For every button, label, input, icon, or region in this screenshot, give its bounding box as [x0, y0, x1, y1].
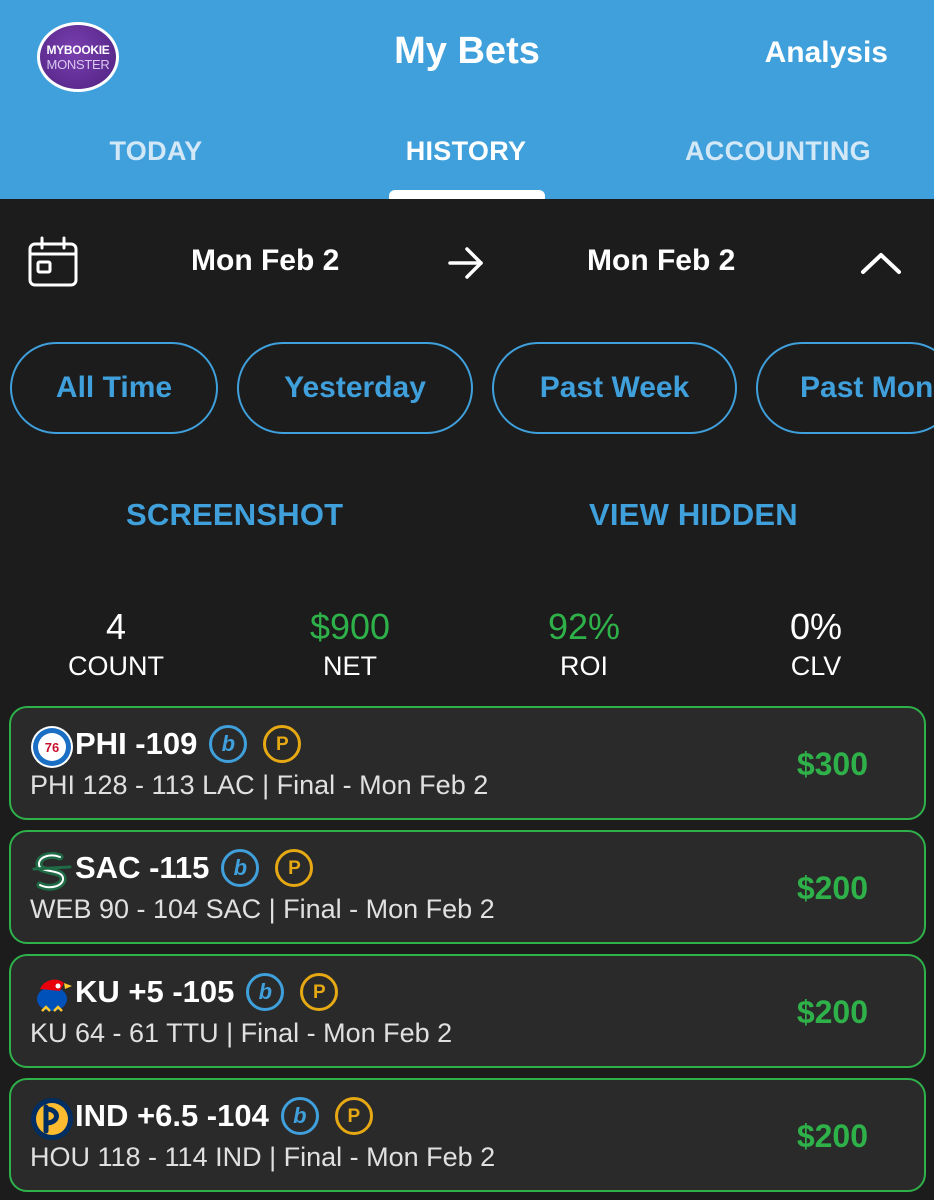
- filter-past-week[interactable]: Past Week: [492, 342, 737, 434]
- stat-net-value: $900: [309, 606, 391, 647]
- start-date[interactable]: Mon Feb 2: [191, 244, 339, 278]
- bet-detail: KU 64 - 61 TTU | Final - Mon Feb 2: [30, 1018, 453, 1048]
- bet-amount: $200: [796, 870, 868, 906]
- bet-detail: PHI 128 - 113 LAC | Final - Mon Feb 2: [30, 770, 489, 800]
- bet-pick-text: IND +6.5 -104: [75, 1098, 269, 1133]
- bet-pick: PHI -109 b P: [75, 725, 302, 763]
- bet-pick-text: SAC -115: [75, 850, 210, 885]
- bet-pick-text: PHI -109: [75, 726, 198, 761]
- tab-history[interactable]: HISTORY: [370, 136, 562, 167]
- sacramento-state-icon: [32, 851, 72, 891]
- active-tab-indicator: [389, 190, 545, 199]
- bet-amount: $300: [796, 746, 868, 782]
- analysis-link[interactable]: Analysis: [765, 36, 888, 70]
- bet-amount: $200: [796, 994, 868, 1030]
- bet-card[interactable]: KU +5 -105 b P KU 64 - 61 TTU | Final - …: [9, 954, 926, 1068]
- bookie-b-icon: b: [246, 973, 285, 1011]
- filter-past-month[interactable]: Past Mon: [756, 342, 934, 434]
- tab-today[interactable]: TODAY: [60, 136, 252, 167]
- jayhawk-icon: [37, 979, 72, 1012]
- pending-p-icon: P: [263, 725, 302, 763]
- pending-p-icon: P: [300, 973, 339, 1011]
- filter-all-time[interactable]: All Time: [10, 342, 218, 434]
- bet-card[interactable]: 76 PHI -109 b P PHI 128 - 113 LAC | Fina…: [9, 706, 926, 820]
- bet-pick: IND +6.5 -104 b P: [75, 1097, 373, 1135]
- arrow-right-icon: [448, 247, 483, 279]
- bookie-b-icon: b: [209, 725, 248, 763]
- pacers-icon: [31, 1098, 73, 1140]
- calendar-icon[interactable]: [27, 236, 79, 288]
- my-bets-screen: MYBOOKIE MONSTER My Bets Analysis TODAY …: [0, 0, 934, 1200]
- tab-accounting[interactable]: ACCOUNTING: [660, 136, 896, 167]
- sixers-icon: 76: [31, 726, 73, 768]
- bookie-b-icon: b: [221, 849, 260, 887]
- stat-clv-value: 0%: [789, 606, 843, 647]
- end-date[interactable]: Mon Feb 2: [587, 244, 735, 278]
- bet-detail: HOU 118 - 114 IND | Final - Mon Feb 2: [30, 1142, 496, 1172]
- bet-amount: $200: [796, 1118, 868, 1154]
- stat-count-label: COUNT: [68, 651, 164, 681]
- screenshot-button[interactable]: SCREENSHOT: [126, 497, 343, 533]
- stat-roi-label: ROI: [559, 651, 608, 681]
- stat-clv: 0% CLV: [716, 606, 916, 684]
- bet-card[interactable]: SAC -115 b P WEB 90 - 104 SAC | Final - …: [9, 830, 926, 944]
- bookie-b-icon: b: [280, 1097, 319, 1135]
- stat-roi-value: 92%: [547, 606, 621, 647]
- bet-detail: WEB 90 - 104 SAC | Final - Mon Feb 2: [30, 894, 495, 924]
- svg-text:76: 76: [45, 740, 59, 755]
- chevron-up-icon[interactable]: [859, 250, 903, 276]
- stat-net: $900 NET: [250, 606, 450, 684]
- stat-net-label: NET: [323, 651, 377, 681]
- stat-clv-label: CLV: [790, 651, 842, 681]
- stat-count: 4 COUNT: [16, 606, 216, 684]
- bet-pick-text: KU +5 -105: [75, 974, 235, 1009]
- stat-count-value: 4: [105, 606, 127, 647]
- view-hidden-button[interactable]: VIEW HIDDEN: [589, 497, 798, 533]
- bet-pick: KU +5 -105 b P: [75, 973, 339, 1011]
- pending-p-icon: P: [275, 849, 314, 887]
- bet-card[interactable]: IND +6.5 -104 b P HOU 118 - 114 IND | Fi…: [9, 1078, 926, 1192]
- bet-pick: SAC -115 b P: [75, 849, 314, 887]
- pending-p-icon: P: [334, 1097, 373, 1135]
- app-header: MYBOOKIE MONSTER My Bets Analysis TODAY …: [0, 0, 934, 199]
- stat-roi: 92% ROI: [484, 606, 684, 684]
- filter-yesterday[interactable]: Yesterday: [237, 342, 473, 434]
